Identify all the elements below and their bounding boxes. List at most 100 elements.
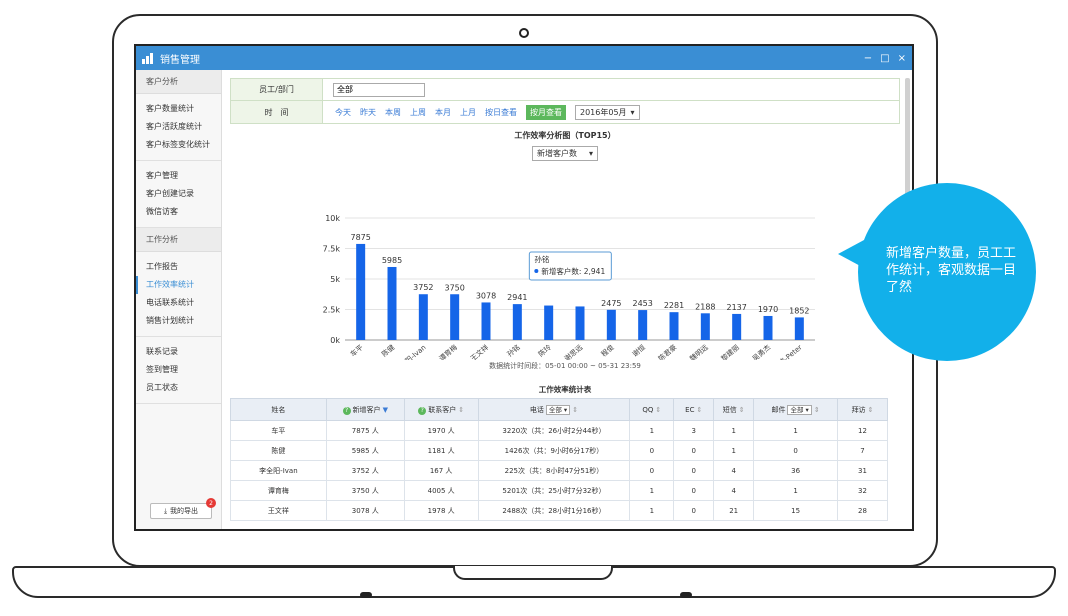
y-tick-label: 10k (325, 214, 340, 223)
bar (418, 294, 428, 340)
sidebar-item[interactable]: 客户标签变化统计 (136, 136, 221, 154)
sidebar-item[interactable]: 联系记录 (136, 343, 221, 361)
col-contact[interactable]: ? 联系客户 ⇕ (403, 398, 479, 421)
col-ec[interactable]: EC ⇕ (673, 398, 715, 421)
cell-contact: 1970 人 (403, 420, 479, 441)
title-bar: 销售管理 − □ × (136, 46, 912, 70)
sidebar-item[interactable]: 客户数量统计 (136, 100, 221, 118)
cell-ec: 0 (673, 500, 715, 521)
main-content: 员工/部门 时 间 今天 昨天 本周 上周 本月 上月 按日查看 按月查看 20… (230, 78, 900, 529)
x-tick-label: 吴勇杰 (750, 343, 772, 360)
sort-icon: ⇕ (867, 405, 874, 414)
time-link-last-week[interactable]: 上周 (410, 107, 426, 118)
x-tick-label: 谭育梅 (437, 343, 459, 360)
close-button[interactable]: × (898, 53, 906, 64)
cell-qq: 0 (629, 460, 675, 481)
cell-visit: 31 (837, 460, 888, 481)
cell-visit: 28 (837, 500, 888, 521)
laptop-foot (680, 592, 692, 598)
y-tick-label: 0k (330, 336, 340, 345)
tooltip-value: 新增客户数: 2,941 (541, 266, 605, 276)
range-text: 数据统计时间段：05-01 00:00 ~ 05-31 23:59 (489, 362, 641, 370)
bar (387, 266, 397, 340)
x-tick-label: 孙铭 (505, 343, 522, 359)
x-tick-label: 谢恒 (630, 343, 647, 359)
bar-value-label: 1970 (758, 305, 778, 314)
cell-phone: 5201次（共：25小时7分32秒） (477, 480, 631, 501)
export-button[interactable]: ⤓ 我的导出 2 (150, 498, 216, 519)
minimize-button[interactable]: − (864, 53, 872, 64)
cell-ec: 0 (673, 440, 715, 461)
cell-sms: 4 (713, 480, 755, 501)
table-row[interactable]: 陈健 5985 人 1181 人 1426次（共：9小时6分17秒） 0 0 1 0 7 (230, 440, 888, 461)
bar-value-label: 3752 (413, 283, 433, 292)
sidebar-item-active[interactable]: 工作效率统计 (136, 276, 221, 294)
month-select[interactable]: 2016年05月 ▾ (575, 104, 640, 120)
bar (575, 306, 585, 340)
table-row[interactable]: 李全阳-Ivan 3752 人 167 人 225次（共：8小时47分51秒） 0 0 4 3… (230, 460, 888, 481)
col-mail[interactable]: 邮件 全部 ▾ ⇕ (753, 398, 839, 421)
table-row[interactable]: 王文祥 3078 人 1978 人 2488次（共：28小时1分16秒） 1 0 21 15 2… (230, 500, 888, 521)
cell-name: 谭育梅 (230, 480, 327, 501)
table-row[interactable]: 谭育梅 3750 人 4005 人 5201次（共：25小时7分32秒） 1 0 4 1 32 (230, 480, 888, 501)
help-icon: ? (418, 406, 427, 415)
x-tick-label: 陈君豪 (656, 343, 678, 360)
cell-name: 陈健 (230, 440, 327, 461)
sidebar-item[interactable]: 签到管理 (136, 361, 221, 379)
time-link-this-week[interactable]: 本周 (385, 107, 401, 118)
sidebar-item[interactable]: 电话联系统计 (136, 294, 221, 312)
cell-phone: 225次（共：8小时47分51秒） (477, 460, 631, 481)
sidebar: 客户分析 客户数量统计 客户活跃度统计 客户标签变化统计 客户管理 客户创建记录… (136, 70, 222, 529)
x-tick-label: 车平 (348, 343, 365, 359)
sidebar-item[interactable]: 销售计划统计 (136, 312, 221, 330)
sidebar-item[interactable]: 客户管理 (136, 167, 221, 185)
col-new[interactable]: ? 新增客户 ▼ (325, 398, 405, 421)
time-link-by-month[interactable]: 按月查看 (526, 104, 566, 120)
time-link-last-month[interactable]: 上月 (460, 107, 476, 118)
cell-contact: 1181 人 (403, 440, 479, 461)
col-name[interactable]: 姓名 (230, 398, 327, 421)
dept-input[interactable] (333, 82, 425, 97)
bar-value-label: 2475 (601, 299, 621, 308)
bar (606, 309, 616, 340)
cell-new: 3078 人 (325, 500, 405, 521)
cell-new: 3750 人 (325, 480, 405, 501)
time-link-by-day[interactable]: 按日查看 (485, 107, 517, 118)
maximize-button[interactable]: □ (880, 53, 889, 64)
x-tick-label: 谢思远 (562, 343, 584, 360)
cell-phone: 1426次（共：9小时6分17秒） (477, 440, 631, 461)
camera-icon (519, 28, 529, 38)
sidebar-header: 客户分析 (136, 70, 221, 94)
mail-filter-select[interactable]: 全部 ▾ (787, 405, 812, 415)
time-link-today[interactable]: 今天 (335, 107, 351, 118)
cell-sms: 1 (713, 420, 755, 441)
export-label: 我的导出 (170, 507, 199, 515)
col-phone[interactable]: 电话 全部 ▾ ⇕ (477, 398, 631, 421)
sidebar-item[interactable]: 客户创建记录 (136, 185, 221, 203)
col-qq[interactable]: QQ ⇕ (629, 398, 675, 421)
cell-name: 车平 (230, 420, 327, 441)
sidebar-item[interactable]: 微信访客 (136, 203, 221, 221)
x-tick-label: 陈健 (380, 343, 397, 359)
metric-select[interactable]: 新增客户数 ▾ (532, 146, 598, 161)
cell-phone: 2488次（共：28小时1分16秒） (477, 500, 631, 521)
phone-filter-select[interactable]: 全部 ▾ (545, 405, 571, 415)
col-sms[interactable]: 短信 ⇕ (713, 398, 755, 421)
col-visit[interactable]: 拜访 ⇕ (837, 398, 888, 421)
cell-qq: 1 (629, 480, 675, 501)
sidebar-item[interactable]: 客户活跃度统计 (136, 118, 221, 136)
cell-new: 3752 人 (325, 460, 405, 481)
cell-phone: 3220次（共：26小时2分44秒） (477, 420, 631, 441)
x-tick-label: 李全阳-Ivan (392, 343, 427, 360)
cell-sms: 1 (713, 440, 755, 461)
cell-new: 7875 人 (325, 420, 405, 441)
sidebar-item[interactable]: 工作报告 (136, 258, 221, 276)
time-link-this-month[interactable]: 本月 (435, 107, 451, 118)
cell-contact: 1978 人 (403, 500, 479, 521)
sidebar-item[interactable]: 员工状态 (136, 379, 221, 397)
callout-bubble: 新增客户数量，员工工作统计，客观数据一目了然 (858, 183, 1036, 361)
time-link-yesterday[interactable]: 昨天 (360, 107, 376, 118)
cell-qq: 1 (629, 500, 675, 521)
bar-chart-icon (142, 52, 154, 64)
table-row[interactable]: 车平 7875 人 1970 人 3220次（共：26小时2分44秒） 1 3 1 1 12 (230, 420, 888, 441)
